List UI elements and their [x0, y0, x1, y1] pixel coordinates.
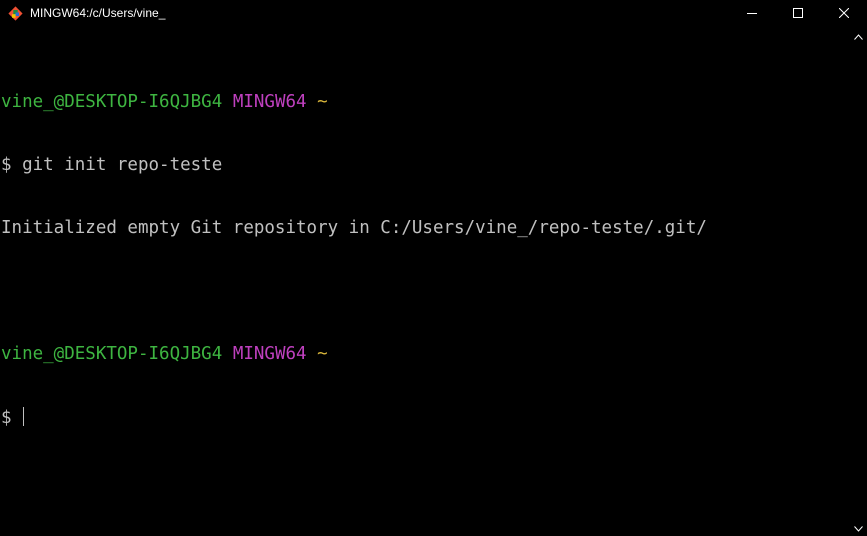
- minimize-button[interactable]: [729, 0, 775, 27]
- command-line: $ git init repo-teste: [1, 155, 223, 175]
- scroll-down-button[interactable]: [849, 519, 867, 536]
- input-prompt: $: [1, 408, 23, 428]
- terminal-area[interactable]: vine_@DESKTOP-I6QJBG4 MINGW64 ~ $ git in…: [0, 27, 849, 536]
- prompt-line: vine_@DESKTOP-I6QJBG4 MINGW64 ~: [1, 344, 707, 365]
- chevron-up-icon: [853, 27, 863, 45]
- scroll-up-button[interactable]: [849, 27, 867, 44]
- maximize-button[interactable]: [775, 0, 821, 27]
- prompt-user-host: vine_@DESKTOP-I6QJBG4: [1, 344, 223, 364]
- terminal-output: vine_@DESKTOP-I6QJBG4 MINGW64 ~ $ git in…: [1, 50, 707, 470]
- window-title: MINGW64:/c/Users/vine_: [30, 6, 166, 20]
- close-button[interactable]: [821, 0, 867, 27]
- git-bash-icon[interactable]: [8, 6, 23, 21]
- chevron-down-icon: [853, 519, 863, 536]
- text-cursor: [23, 407, 25, 426]
- prompt-system: MINGW64: [232, 92, 307, 112]
- output-line: Initialized empty Git repository in C:/U…: [1, 218, 707, 238]
- terminal-window: MINGW64:/c/Users/vine_ vine_@DESKTOP-I6Q…: [0, 0, 867, 536]
- prompt-path: ~: [317, 92, 328, 112]
- title-bar[interactable]: MINGW64:/c/Users/vine_: [0, 0, 867, 27]
- maximize-icon: [793, 7, 803, 21]
- minimize-icon: [747, 7, 757, 21]
- prompt-line: vine_@DESKTOP-I6QJBG4 MINGW64 ~: [1, 92, 707, 113]
- scroll-thumb[interactable]: [853, 47, 863, 513]
- vertical-scrollbar[interactable]: [849, 27, 867, 536]
- close-icon: [838, 7, 850, 21]
- prompt-user-host: vine_@DESKTOP-I6QJBG4: [1, 92, 223, 112]
- prompt-path: ~: [317, 344, 328, 364]
- prompt-system: MINGW64: [232, 344, 307, 364]
- input-line[interactable]: $: [1, 407, 707, 428]
